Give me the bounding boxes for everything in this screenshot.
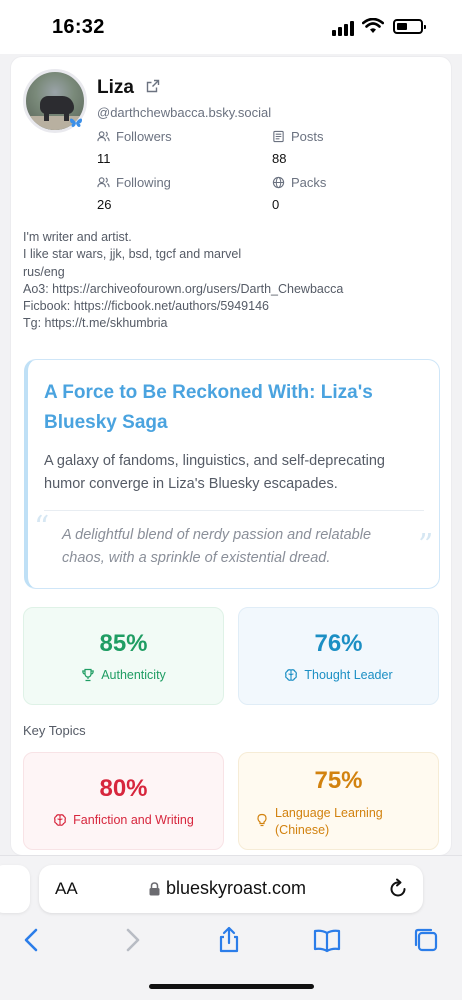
- topic-label-line: (Chinese): [275, 823, 330, 837]
- posts-label: Posts: [291, 129, 324, 144]
- browser-toolbar: AA blueskyroast.com: [0, 855, 462, 1000]
- posts-stat: Posts: [272, 129, 324, 144]
- share-icon[interactable]: [215, 926, 243, 954]
- roast-title: A Force to Be Reckoned With: Liza's Blue…: [44, 382, 373, 433]
- profile-handle: @darthchewbacca.bsky.social: [97, 105, 272, 120]
- bio-line: rus/eng: [23, 264, 65, 279]
- following-label: Following: [116, 175, 171, 190]
- battery-icon: [393, 19, 426, 34]
- bio-line: I like star wars, jjk, bsd, tgcf and mar…: [23, 247, 242, 262]
- text-size-label: AA: [55, 879, 78, 898]
- newspaper-icon: [273, 130, 284, 143]
- status-bar: 16:32: [0, 0, 462, 54]
- bio-line: Tg: https://t.me/skhumbria: [23, 316, 168, 331]
- reload-icon[interactable]: [387, 878, 409, 900]
- posts-value: 88: [272, 151, 287, 166]
- roast-summary-card: A Force to Be Reckoned With: Liza's Blue…: [24, 359, 440, 589]
- metric-label: Thought Leader: [239, 668, 438, 682]
- roast-quote: A delightful blend of nerdy passion and …: [62, 527, 372, 566]
- home-indicator: [149, 984, 314, 989]
- followers-value: 11: [97, 151, 111, 166]
- topic-value: 80%: [99, 775, 148, 802]
- profile-card: Liza @darthchewbacca.bsky.social Followe…: [10, 56, 452, 856]
- bio-line: Ficbook: https://ficbook.net/authors/594…: [23, 299, 269, 314]
- topic-fanfiction: 80% Fanfiction and Writing: [23, 752, 224, 850]
- cellular-signal-icon: [332, 21, 354, 36]
- packs-stat: Packs: [272, 175, 326, 190]
- metric-label: Authenticity: [24, 668, 223, 682]
- followers-stat: Followers: [97, 129, 172, 144]
- previous-tab-preview[interactable]: [0, 865, 30, 913]
- topic-label-line: Language Learning: [275, 806, 383, 820]
- close-quote-icon: ”: [418, 528, 434, 563]
- forward-icon[interactable]: [118, 926, 146, 954]
- key-topics-heading: Key Topics: [23, 723, 86, 738]
- roast-description: A galaxy of fandoms, linguistics, and se…: [44, 453, 385, 492]
- profile-name: Liza: [97, 77, 134, 98]
- bio-line: I'm writer and artist.: [23, 230, 132, 244]
- trophy-icon: [82, 668, 94, 682]
- address-bar[interactable]: AA blueskyroast.com: [39, 865, 423, 913]
- open-quote-icon: “: [34, 510, 50, 545]
- following-value: 26: [97, 197, 112, 212]
- bookmarks-icon[interactable]: [313, 926, 341, 954]
- wifi-icon: [362, 18, 384, 33]
- packs-label: Packs: [291, 175, 327, 190]
- status-time: 16:32: [52, 16, 105, 38]
- text-size-button[interactable]: AA: [55, 879, 78, 899]
- topic-value: 75%: [314, 767, 363, 794]
- metric-label-text: Authenticity: [101, 668, 166, 682]
- brain-icon: [285, 669, 298, 681]
- metric-value: 76%: [314, 630, 363, 657]
- metric-authenticity: 85% Authenticity: [23, 607, 224, 705]
- divider: [44, 510, 424, 511]
- brain-icon: [54, 814, 67, 826]
- metric-thought-leader: 76% Thought Leader: [238, 607, 439, 705]
- metric-value: 85%: [99, 630, 148, 657]
- lightbulb-icon: [257, 813, 267, 827]
- packs-value: 0: [272, 197, 280, 212]
- url-text: blueskyroast.com: [166, 878, 307, 898]
- globe-icon: [272, 176, 285, 189]
- back-icon[interactable]: [18, 926, 46, 954]
- followers-label: Followers: [116, 129, 172, 144]
- metric-label-text: Thought Leader: [304, 668, 393, 682]
- url-display[interactable]: blueskyroast.com: [149, 878, 306, 899]
- external-link-icon[interactable]: [146, 79, 160, 93]
- topic-language-learning: 75% Language Learning (Chinese): [238, 752, 439, 850]
- users-icon: [97, 131, 110, 142]
- users-icon: [97, 177, 110, 188]
- following-stat: Following: [97, 175, 171, 190]
- topic-label-text: Fanfiction and Writing: [73, 813, 194, 827]
- topic-label: Fanfiction and Writing: [24, 813, 223, 827]
- bluesky-butterfly-icon: [70, 118, 82, 127]
- bio-line: Ao3: https://archiveofourown.org/users/D…: [23, 281, 344, 296]
- topic-label: Language Learning (Chinese): [239, 805, 438, 839]
- tabs-icon[interactable]: [412, 926, 440, 954]
- profile-bio: I'm writer and artist. I like star wars,…: [23, 229, 443, 333]
- lock-icon: [149, 881, 160, 895]
